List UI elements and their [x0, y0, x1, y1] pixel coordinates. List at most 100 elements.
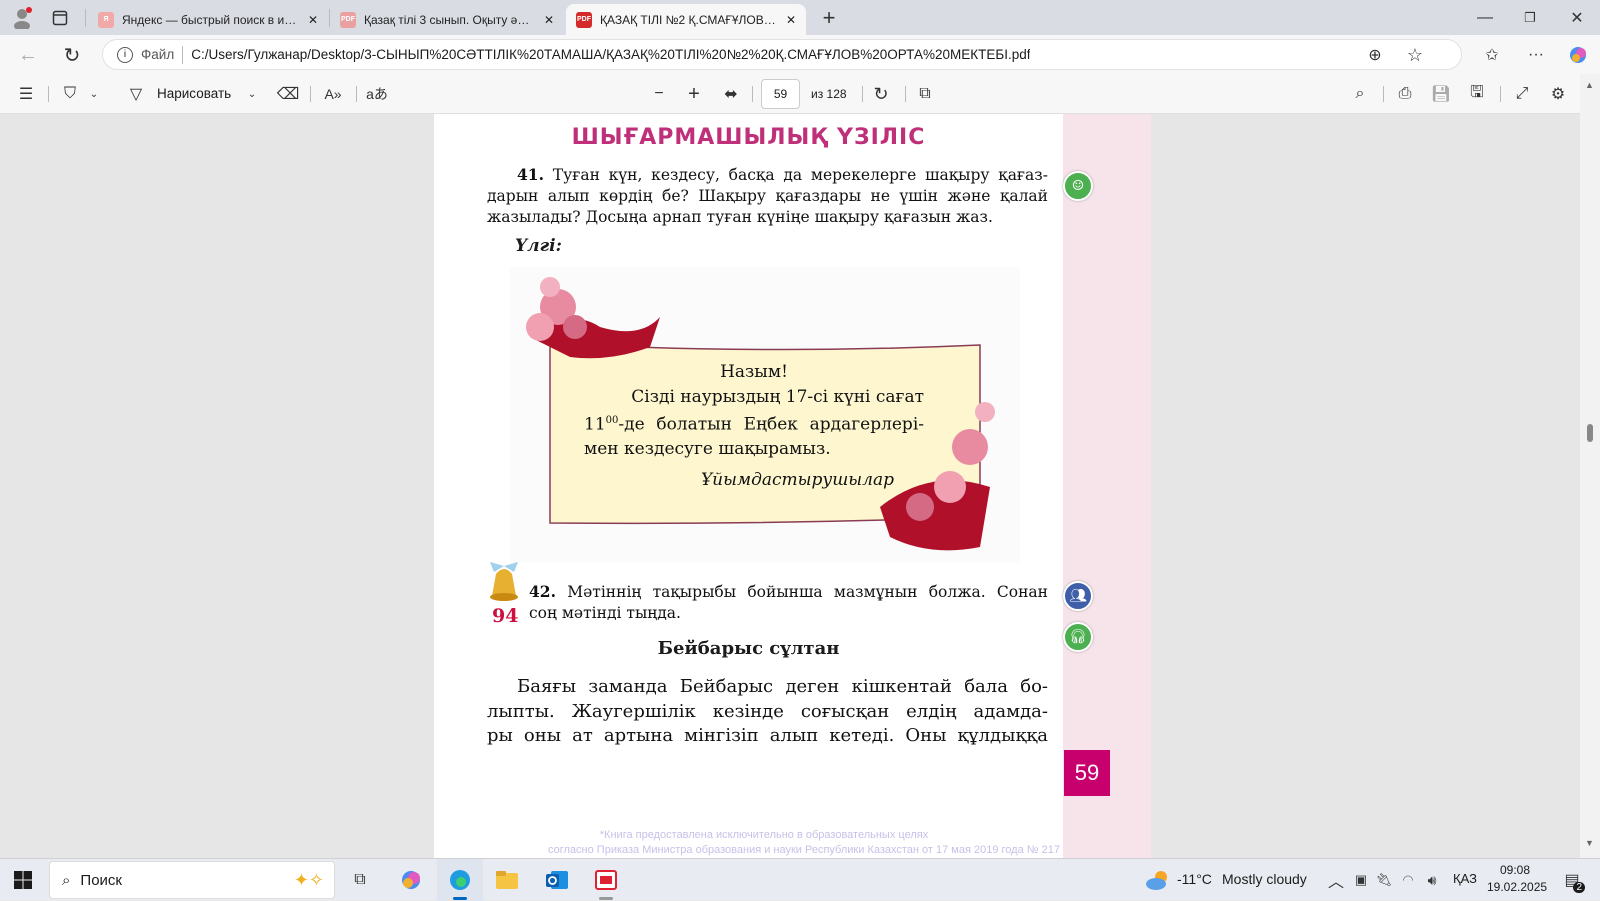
translate-icon[interactable]: aあ — [362, 80, 392, 108]
copilot-icon[interactable] — [1564, 41, 1592, 69]
url-text[interactable]: C:/Users/Гулжанар/Desktop/3-СЫНЫП%20СӘТТ… — [191, 47, 1030, 62]
task-line: дарын алып көрдің бе? Шақыру қағаздары н… — [487, 187, 1048, 205]
task-number: 42. — [529, 582, 556, 601]
tab-label: ҚАЗАҚ ТІЛІ №2 Қ.СМАҒҰЛОВ ОРТА МЕКТЕБІ — [600, 12, 778, 27]
search-icon[interactable]: ⌕ — [1346, 80, 1374, 108]
tab-label: Яндекс — быстрый поиск в интернете — [122, 12, 300, 27]
tab-yandex[interactable]: Я Яндекс — быстрый поиск в интернете ✕ — [88, 4, 328, 35]
draw-icon[interactable]: ▽ — [124, 80, 148, 108]
file-explorer-icon[interactable] — [492, 865, 522, 895]
input-language-indicator[interactable]: ҚАЗ — [1453, 871, 1477, 886]
scroll-up-icon[interactable]: ▲ — [1585, 80, 1594, 90]
highlight-chevron-icon[interactable]: ⌄ — [84, 80, 104, 108]
weather-condition[interactable]: Mostly cloudy — [1222, 871, 1307, 887]
story-title: Бейбарыс сұлтан — [657, 638, 840, 659]
scrollbar-thumb[interactable] — [1587, 424, 1593, 442]
eraser-icon[interactable]: ⌫ — [274, 80, 302, 108]
zoom-icon[interactable]: ⊕ — [1363, 44, 1387, 66]
invitation-signature: Ұйымдастырушылар — [700, 469, 894, 490]
search-highlight-icon: ✦✧ — [293, 869, 324, 890]
invitation-time-minutes: 00 — [605, 415, 619, 426]
close-tab-icon[interactable]: ✕ — [786, 13, 796, 27]
edge-icon — [445, 865, 475, 895]
story-text: Баяғы заманда Бейбарыс деген кішкентай б… — [487, 675, 1048, 749]
fit-width-icon[interactable]: ⬌ — [717, 80, 745, 108]
save-as-icon[interactable]: 🖫 — [1463, 80, 1491, 108]
invitation-line: Сізді наурыздың 17-сі күні сағат — [631, 386, 924, 407]
pdf-icon: PDF — [340, 11, 356, 28]
task-line: жазылады? Досыңа арнап туған күніңе шақы… — [487, 208, 993, 226]
tab-current-pdf[interactable]: PDF ҚАЗАҚ ТІЛІ №2 Қ.СМАҒҰЛОВ ОРТА МЕКТЕБ… — [566, 4, 806, 35]
restore-button[interactable]: ❐ — [1515, 4, 1545, 32]
address-input[interactable]: i Файл C:/Users/Гулжанар/Desktop/3-СЫНЫП… — [102, 39, 1462, 70]
task-42: 42. Мәтіннің тақырыбы бойынша мазмұнын б… — [529, 581, 1048, 624]
clock-date[interactable]: 19.02.2025 — [1487, 880, 1547, 894]
sample-label: Үлгі: — [515, 236, 562, 256]
pdf-icon: PDF — [576, 11, 592, 28]
task-line: Туған күн, кездесу, басқа да мерекелерге… — [552, 166, 1048, 184]
zoom-out-button[interactable]: − — [645, 80, 673, 108]
fullscreen-icon[interactable]: ⤢ — [1508, 80, 1536, 108]
read-aloud-icon[interactable]: A» — [318, 80, 348, 108]
settings-gear-icon[interactable]: ⚙ — [1544, 80, 1572, 108]
more-menu-icon[interactable]: ··· — [1522, 41, 1550, 69]
workspaces-icon[interactable] — [46, 5, 74, 31]
back-button[interactable]: ← — [14, 41, 42, 69]
scroll-down-icon[interactable]: ▼ — [1585, 838, 1594, 848]
pair-work-icon: ☺ — [1063, 171, 1093, 201]
page-view-icon[interactable]: ⧉ — [911, 80, 939, 108]
refresh-button[interactable]: ↻ — [58, 41, 86, 69]
minimize-button[interactable]: — — [1470, 4, 1500, 32]
battery-charging-icon[interactable]: 🔌︎ — [1373, 867, 1395, 893]
yandex-icon: Я — [98, 11, 114, 28]
highlight-icon[interactable]: ⛉ — [56, 80, 84, 108]
info-icon[interactable]: i — [117, 46, 133, 63]
taskbar: ⌕ Поиск ✦✧ ⧉ -11°C Mostly cloudy ︿ ▣ 🔌︎ … — [0, 858, 1600, 901]
story-line: лыпты. Жаугершілік кезінде соғысқан елді… — [487, 700, 1048, 722]
start-windows-icon[interactable] — [8, 865, 38, 895]
show-hidden-icons-chevron[interactable]: ︿ — [1324, 867, 1348, 893]
notification-count: 2 — [1573, 882, 1585, 893]
meet-now-icon[interactable]: ▣ — [1350, 867, 1372, 893]
weather-temperature[interactable]: -11°C — [1177, 871, 1212, 887]
audio-track-number: 94 — [492, 605, 519, 627]
table-of-contents-icon[interactable]: ☰ — [12, 80, 40, 108]
new-tab-button[interactable]: + — [815, 4, 843, 32]
tab-methodics-pdf[interactable]: PDF Қазақ тілі 3 сынып. Оқыту әдістемесі… — [330, 4, 564, 35]
favorite-star-icon[interactable]: ☆ — [1403, 44, 1427, 66]
pdf-page: ШЫҒАРМАШЫЛЫҚ ҮЗІЛІС 41. Туған күн, кезде… — [434, 114, 1151, 858]
draw-chevron-icon[interactable]: ⌄ — [242, 80, 262, 108]
profile-avatar-icon[interactable] — [8, 5, 36, 31]
bell-icon — [484, 560, 524, 604]
favorites-icon[interactable]: ✩ — [1478, 41, 1506, 69]
outlook-icon[interactable] — [542, 865, 572, 895]
network-icon[interactable]: ◠ — [1397, 867, 1419, 893]
volume-icon[interactable]: 🔊︎ — [1421, 867, 1443, 893]
edge-app-button[interactable] — [437, 859, 483, 901]
task-view-icon[interactable]: ⧉ — [345, 865, 375, 895]
task-line: соң мәтінді тыңда. — [529, 604, 681, 622]
close-tab-icon[interactable]: ✕ — [308, 13, 318, 27]
vertical-scrollbar[interactable]: ▲ ▼ — [1580, 74, 1600, 858]
story-line: ры оны ат артына мінгізіп алып кетеді. О… — [487, 725, 1048, 746]
draw-button[interactable]: Нарисовать — [157, 86, 231, 101]
invitation-text: Назым! Сізді наурыздың 17-сі күні сағат … — [584, 360, 924, 492]
task-41: 41. Туған күн, кездесу, басқа да мерекел… — [487, 164, 1048, 228]
notifications-icon[interactable]: ▤ 2 — [1558, 867, 1586, 893]
zoom-in-button[interactable]: + — [680, 80, 708, 108]
footer-line: согласно Приказа Министра образования и … — [548, 844, 1060, 856]
group-work-icon: 👥︎ — [1063, 581, 1093, 611]
save-icon[interactable]: 💾︎ — [1427, 80, 1455, 108]
footer-disclaimer: *Книга предоставлена исключительно в обр… — [434, 828, 1094, 858]
page-number-badge: 59 — [1064, 750, 1110, 796]
invitation-greeting: Назым! — [720, 362, 788, 382]
clock-time[interactable]: 09:08 — [1500, 863, 1530, 877]
rotate-icon[interactable]: ↻ — [867, 80, 895, 108]
page-number-input[interactable]: 59 — [761, 79, 800, 109]
taskbar-search-input[interactable]: ⌕ Поиск ✦✧ — [49, 861, 335, 899]
close-tab-icon[interactable]: ✕ — [544, 13, 554, 27]
print-icon[interactable]: ⎙ — [1391, 80, 1419, 108]
pdf-reader-icon[interactable] — [591, 865, 621, 900]
copilot-app-icon[interactable] — [396, 865, 426, 895]
close-window-button[interactable]: ✕ — [1562, 4, 1592, 32]
